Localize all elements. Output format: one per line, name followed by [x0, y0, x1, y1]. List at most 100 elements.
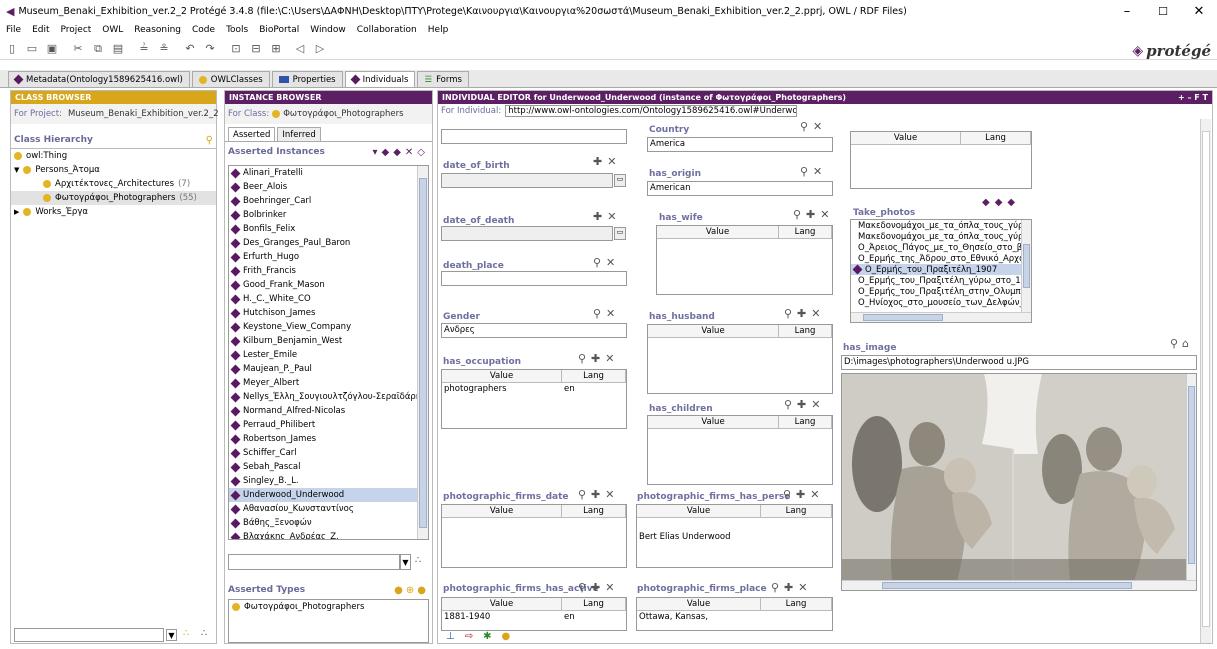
country-field[interactable]: America — [647, 137, 833, 152]
table-row[interactable]: Ottawa, Kansas, — [637, 611, 832, 624]
table-row[interactable]: photographers en — [442, 383, 626, 396]
close-button[interactable]: ✕ — [1181, 0, 1217, 22]
instance-item[interactable]: Underwood_Underwood — [229, 488, 428, 502]
death-place-field[interactable] — [441, 271, 627, 286]
take-photos-item[interactable]: Ο_Ηνίοχος_στο_μουσείο_των_Δελφών_190 — [851, 297, 1021, 308]
instance-actions-icon[interactable]: ▾◆◆✕◇ — [373, 147, 429, 158]
instance-item[interactable]: Lester_Emile — [229, 348, 428, 362]
instance-item[interactable]: Robertson_James — [229, 432, 428, 446]
instance-item[interactable]: Maujean_P._Paul — [229, 362, 428, 376]
instance-item[interactable]: Frith_Francis — [229, 264, 428, 278]
menu-code[interactable]: Code — [192, 25, 215, 35]
search-dropdown-icon[interactable]: ▼ — [166, 629, 177, 641]
table-row[interactable]: Bert Elias Underwood — [637, 531, 832, 544]
instance-item[interactable]: Alinari_Fratelli — [229, 166, 428, 180]
instance-item[interactable]: Normand_Alfred-Nicolas — [229, 404, 428, 418]
tab-properties[interactable]: Properties — [271, 71, 343, 87]
individual-uri-field[interactable]: http://www.owl-ontologies.com/Ontology15… — [505, 104, 798, 117]
editor-header-buttons[interactable]: + – F T — [1178, 93, 1208, 102]
navigate-icon[interactable]: ⊡ — [230, 42, 242, 55]
image-hthumb[interactable] — [882, 582, 1132, 589]
menu-collaboration[interactable]: Collaboration — [357, 25, 417, 35]
cut-icon[interactable]: ✂ — [72, 42, 84, 55]
find-icon[interactable]: ≟ — [138, 42, 150, 55]
view-icon[interactable]: ⊟ — [250, 42, 262, 55]
instance-search-field[interactable] — [228, 554, 400, 570]
instance-scroll-thumb[interactable] — [419, 178, 427, 528]
search-binoculars-icon[interactable]: ∴ — [183, 628, 189, 639]
instance-item[interactable]: Good_Frank_Mason — [229, 278, 428, 292]
take-photos-vthumb[interactable] — [1023, 244, 1030, 288]
new-icon[interactable]: ▯ — [6, 42, 18, 55]
instance-item[interactable]: Singley_B._L. — [229, 474, 428, 488]
instance-item[interactable]: H._C._White_CO — [229, 292, 428, 306]
firms-person-actions-icon[interactable]: ⚲✚✕ — [783, 488, 825, 501]
take-photos-item[interactable]: Ο_Άρειος_Πάγος_με_το_Θησείο_στο_βάθος — [851, 242, 1021, 253]
editor-vthumb[interactable] — [1202, 131, 1210, 627]
search-binoculars-icon[interactable]: ∴ — [415, 555, 421, 566]
dob-actions-icon[interactable]: ✚✕ — [593, 155, 621, 168]
minimize-button[interactable]: – — [1109, 0, 1145, 22]
firms-date-actions-icon[interactable]: ⚲✚✕ — [578, 488, 620, 501]
dod-actions-icon[interactable]: ✚✕ — [593, 210, 621, 223]
take-photos-item[interactable]: Μακεδονομάχοι_με_τα_όπλα_τους_γύρω_σ — [851, 231, 1021, 242]
take-photos-item[interactable]: Ο_Ερμής_της_Άδρου_στο_Εθνικό_Αρχαιολο — [851, 253, 1021, 264]
tab-individuals[interactable]: Individuals — [344, 71, 416, 87]
maximize-button[interactable]: ☐ — [1145, 0, 1181, 22]
replace-icon[interactable]: ≗ — [158, 42, 170, 55]
back-icon[interactable]: ◁ — [294, 42, 306, 55]
calendar-icon[interactable]: ▭ — [614, 227, 626, 240]
type-item[interactable]: Φωτογράφοι_Photographers — [229, 600, 428, 614]
tab-inferred[interactable]: Inferred — [277, 127, 321, 141]
menu-owl[interactable]: OWL — [102, 25, 123, 35]
image-vthumb[interactable] — [1188, 386, 1195, 564]
menu-file[interactable]: File — [6, 25, 21, 35]
redo-icon[interactable]: ↷ — [204, 42, 216, 55]
search-binoculars-icon-2[interactable]: ∴ — [201, 628, 207, 639]
take-photos-actions-icon[interactable]: ◆◆◆ — [982, 197, 1020, 208]
find-class-icon[interactable]: ⚲ — [206, 135, 213, 146]
search-dropdown-icon[interactable]: ▼ — [400, 554, 411, 570]
gender-field[interactable]: Ανδρες — [441, 323, 627, 338]
instance-item[interactable]: Schiffer_Carl — [229, 446, 428, 460]
occupation-actions-icon[interactable]: ⚲✚✕ — [578, 352, 620, 365]
has-image-field[interactable]: D:\images\photographers\Underwood u.JPG — [841, 355, 1197, 370]
calendar-icon[interactable]: ▭ — [614, 174, 626, 187]
menu-bioportal[interactable]: BioPortal — [259, 25, 299, 35]
wife-actions-icon[interactable]: ⚲✚✕ — [793, 208, 835, 221]
has-origin-field[interactable]: American — [647, 181, 833, 196]
instance-item[interactable]: Beer_Alois — [229, 180, 428, 194]
tab-owlclasses[interactable]: OWLClasses — [191, 71, 270, 87]
gender-actions-icon[interactable]: ⚲✕ — [593, 307, 620, 320]
menu-project[interactable]: Project — [61, 25, 92, 35]
paste-icon[interactable]: ▤ — [112, 42, 124, 55]
instance-item[interactable]: Αθανασίου_Κωνσταντίνος — [229, 502, 428, 516]
save-icon[interactable]: ▣ — [46, 42, 58, 55]
tree-node-persons[interactable]: ▼ Persons_Άτομα — [11, 163, 216, 177]
husband-actions-icon[interactable]: ⚲✚✕ — [784, 307, 826, 320]
date-of-birth-field[interactable] — [441, 173, 613, 188]
origin-actions-icon[interactable]: ⚲✕ — [800, 165, 827, 178]
tree-node-architectures[interactable]: Αρχιτέκτονες_Architectures (7) — [11, 177, 216, 191]
copy-icon[interactable]: ⧉ — [92, 42, 104, 56]
top-field-col1[interactable] — [441, 129, 627, 144]
menu-reasoning[interactable]: Reasoning — [134, 25, 181, 35]
editor-vscroll[interactable] — [1200, 119, 1211, 643]
menu-window[interactable]: Window — [310, 25, 346, 35]
tab-asserted[interactable]: Asserted — [228, 127, 276, 141]
image-vscroll[interactable] — [1186, 374, 1196, 581]
tab-forms[interactable]: ☰ Forms — [417, 71, 469, 87]
table-row[interactable]: 1881-1940 en — [442, 611, 626, 624]
menu-tools[interactable]: Tools — [226, 25, 248, 35]
tree-node-owl-thing[interactable]: owl:Thing — [11, 149, 216, 163]
instance-item[interactable]: Bonfils_Felix — [229, 222, 428, 236]
export-icon[interactable]: ⊞ — [270, 42, 282, 55]
undo-icon[interactable]: ↶ — [184, 42, 196, 55]
take-photos-item[interactable]: Ο_Ερμής_του_Πραξιτέλη_1907 — [851, 264, 1021, 275]
tree-node-photographers[interactable]: Φωτογράφοι_Photographers (55) — [11, 191, 216, 205]
instance-item[interactable]: Βλαχάκης_Ανδρέας_Ζ. — [229, 530, 428, 539]
tree-node-works[interactable]: ▶ Works_Έργα — [11, 205, 216, 219]
instance-item[interactable]: Boehringer_Carl — [229, 194, 428, 208]
take-photos-item[interactable]: Ο_Ερμής_του_Πραξιτέλη_στην_Ολυμπία_γύ — [851, 286, 1021, 297]
menu-help[interactable]: Help — [428, 25, 449, 35]
